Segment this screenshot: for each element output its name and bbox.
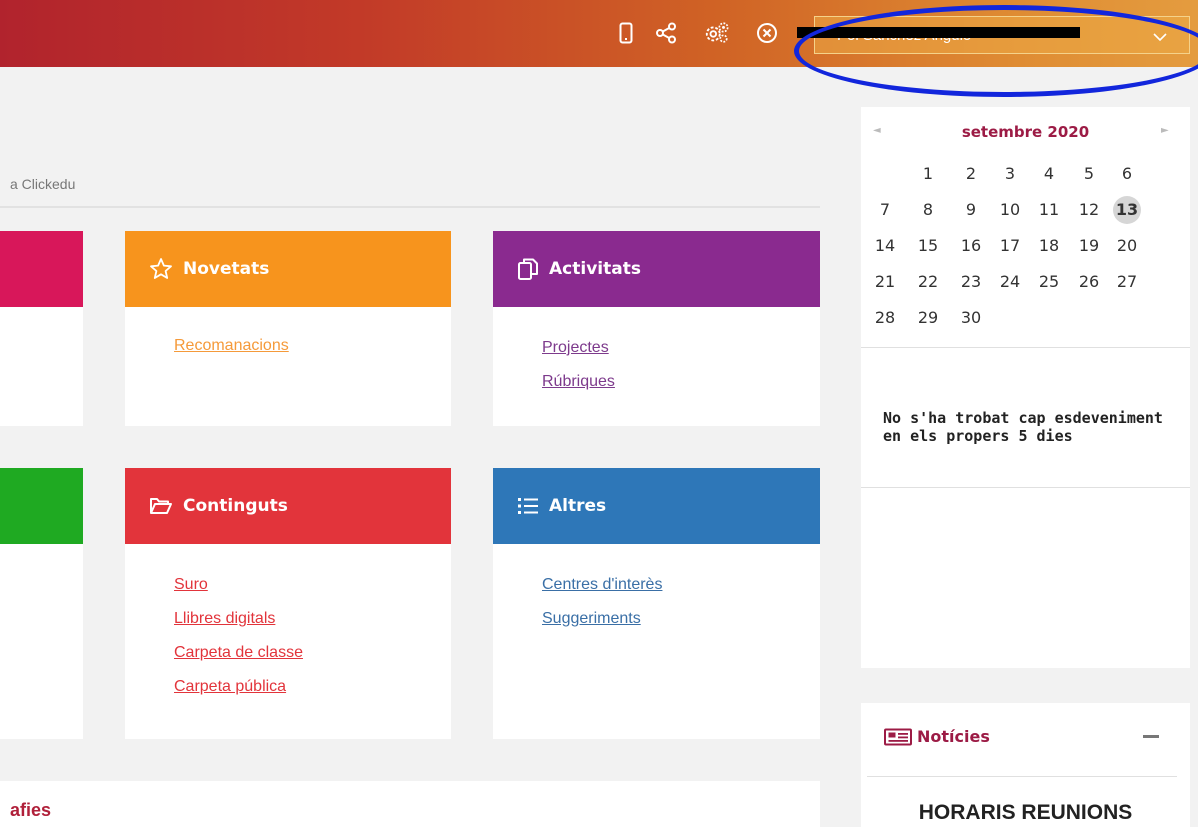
- newspaper-icon: [883, 728, 913, 746]
- share-icon[interactable]: [653, 20, 679, 46]
- top-bar: Pol Sánchez Angulo: [0, 0, 1198, 67]
- calendar-day[interactable]: 24: [996, 268, 1024, 296]
- card-bottom: [0, 781, 820, 827]
- calendar-day[interactable]: 9: [957, 196, 985, 224]
- link-recomanacions[interactable]: Recomanacions: [174, 337, 451, 355]
- link-centres-interes[interactable]: Centres d'interès: [542, 576, 820, 594]
- welcome-text: a Clickedu: [10, 176, 76, 192]
- calendar-day[interactable]: 16: [957, 232, 985, 260]
- section-title: afies: [10, 800, 52, 820]
- calendar-day[interactable]: 8: [914, 196, 942, 224]
- calendar-day[interactable]: 20: [1113, 232, 1141, 260]
- link-carpeta-classe[interactable]: Carpeta de classe: [174, 644, 451, 662]
- calendar-panel: ◄ setembre 2020 ► 1 2 3 4 5 6 7 8 9 10 11 12 13 14 15 1…: [861, 107, 1190, 668]
- card-title: Activitats: [549, 259, 641, 279]
- card-altres: Altres Centres d'interès Suggeriments: [493, 468, 820, 739]
- calendar-day[interactable]: 3: [996, 160, 1024, 188]
- link-suro[interactable]: Suro: [174, 576, 451, 594]
- calendar-day[interactable]: 30: [957, 304, 985, 332]
- calendar-next-button[interactable]: ►: [1161, 125, 1169, 136]
- card-title: Novetats: [183, 259, 270, 279]
- folder-open-icon: [149, 496, 173, 516]
- calendar-day[interactable]: 11: [1035, 196, 1063, 224]
- card-header-novetats[interactable]: Novetats: [125, 231, 451, 307]
- mobile-icon[interactable]: [613, 20, 639, 46]
- collapse-icon[interactable]: [1143, 735, 1159, 738]
- link-projectes[interactable]: Projectes: [542, 339, 820, 357]
- calendar-day[interactable]: 18: [1035, 232, 1063, 260]
- calendar-day[interactable]: 4: [1035, 160, 1063, 188]
- calendar-day[interactable]: 12: [1075, 196, 1103, 224]
- calendar-day-today[interactable]: 13: [1113, 196, 1141, 224]
- calendar-day[interactable]: 10: [996, 196, 1024, 224]
- card-header-continguts[interactable]: Continguts: [125, 468, 451, 544]
- calendar-month-label: setembre 2020: [961, 123, 1090, 141]
- calendar-day[interactable]: 5: [1075, 160, 1103, 188]
- divider: [867, 776, 1177, 777]
- card-title: Continguts: [183, 496, 288, 516]
- calendar-day[interactable]: 28: [871, 304, 899, 332]
- card-header: [0, 231, 83, 307]
- star-icon: [149, 257, 173, 281]
- calendar-day[interactable]: 2: [957, 160, 985, 188]
- link-llibres-digitals[interactable]: Llibres digitals: [174, 610, 451, 628]
- calendar-day[interactable]: 6: [1113, 160, 1141, 188]
- chevron-down-icon: [1153, 29, 1167, 46]
- calendar-day[interactable]: 15: [914, 232, 942, 260]
- card-partial-pink: [0, 231, 83, 426]
- news-panel: Notícies HORARIS REUNIONS: [861, 703, 1190, 827]
- news-header[interactable]: Notícies: [883, 727, 990, 746]
- news-title: Notícies: [917, 727, 990, 746]
- calendar-day[interactable]: 26: [1075, 268, 1103, 296]
- close-circle-icon[interactable]: [754, 20, 780, 46]
- link-carpeta-publica[interactable]: Carpeta pública: [174, 678, 451, 696]
- link-rubriques[interactable]: Rúbriques: [542, 373, 820, 391]
- copy-icon: [517, 257, 539, 281]
- card-title: Altres: [549, 496, 607, 516]
- redaction-bar: [797, 27, 1080, 38]
- no-events-message: No s'ha trobat cap esdeveniment en els p…: [883, 409, 1163, 445]
- card-partial-green: [0, 468, 83, 739]
- calendar-day[interactable]: 17: [996, 232, 1024, 260]
- calendar-day[interactable]: 1: [914, 160, 942, 188]
- calendar-day[interactable]: 21: [871, 268, 899, 296]
- calendar-day[interactable]: 25: [1035, 268, 1063, 296]
- calendar-day[interactable]: 19: [1075, 232, 1103, 260]
- calendar-day[interactable]: 22: [914, 268, 942, 296]
- calendar-day[interactable]: 23: [957, 268, 985, 296]
- list-icon: [517, 496, 539, 516]
- settings-icon[interactable]: [704, 20, 730, 46]
- link-suggeriments[interactable]: Suggeriments: [542, 610, 820, 628]
- calendar-day[interactable]: 29: [914, 304, 942, 332]
- divider: [0, 206, 820, 208]
- divider: [861, 487, 1190, 488]
- card-activitats: Activitats Projectes Rúbriques: [493, 231, 820, 426]
- calendar-day[interactable]: 14: [871, 232, 899, 260]
- news-headline[interactable]: HORARIS REUNIONS: [861, 801, 1190, 825]
- card-header: [0, 468, 83, 544]
- calendar-day[interactable]: 7: [871, 196, 899, 224]
- card-novetats: Novetats Recomanacions: [125, 231, 451, 426]
- calendar-day[interactable]: 27: [1113, 268, 1141, 296]
- card-continguts: Continguts Suro Llibres digitals Carpeta…: [125, 468, 451, 739]
- card-header-altres[interactable]: Altres: [493, 468, 820, 544]
- divider: [861, 347, 1190, 348]
- card-header-activitats[interactable]: Activitats: [493, 231, 820, 307]
